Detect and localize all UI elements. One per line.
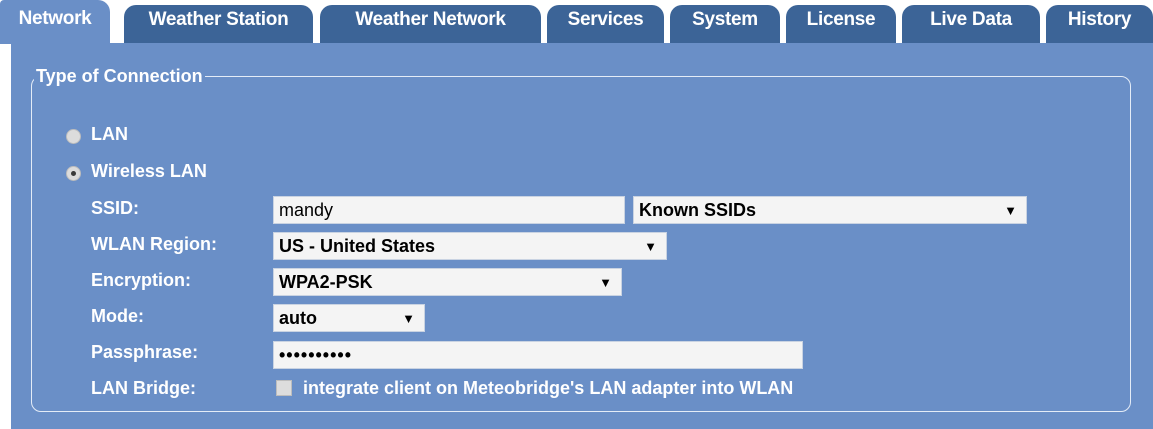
mode-select[interactable]: auto ▼ (273, 304, 425, 332)
tab-bar: Network Weather Station Weather Network … (0, 0, 1153, 44)
wireless-lan-label: Wireless LAN (91, 161, 207, 181)
passphrase-input[interactable]: •••••••••• (273, 341, 803, 369)
network-panel: Type of Connection LAN Wireless LAN SSID… (11, 43, 1153, 429)
ssid-input[interactable]: mandy (273, 196, 625, 224)
tab-history[interactable]: History (1046, 5, 1153, 43)
lan-bridge-checkbox-label: integrate client on Meteobridge's LAN ad… (303, 378, 794, 398)
ssid-label: SSID: (91, 198, 140, 218)
tab-license[interactable]: License (786, 5, 896, 43)
lan-bridge-label: LAN Bridge: (91, 378, 196, 398)
mode-label: Mode: (91, 306, 144, 326)
connection-type-group: Type of Connection LAN Wireless LAN SSID… (31, 66, 1131, 412)
wlan-region-select[interactable]: US - United States ▼ (273, 232, 667, 260)
connection-type-legend: Type of Connection (36, 66, 203, 86)
dropdown-arrow-icon: ▼ (644, 239, 657, 254)
tab-services[interactable]: Services (547, 5, 664, 43)
lan-radio[interactable] (66, 129, 81, 144)
lan-label: LAN (91, 124, 128, 144)
wlan-region-label: WLAN Region: (91, 234, 217, 254)
encryption-label: Encryption: (91, 270, 192, 290)
dropdown-arrow-icon: ▼ (1004, 203, 1017, 218)
known-ssids-select[interactable]: Known SSIDs ▼ (633, 196, 1027, 224)
lan-bridge-checkbox[interactable] (276, 380, 292, 396)
dropdown-arrow-icon: ▼ (402, 311, 415, 326)
tab-network[interactable]: Network (0, 0, 110, 44)
passphrase-label: Passphrase: (91, 342, 199, 362)
wireless-lan-radio[interactable] (66, 166, 81, 181)
tab-live-data[interactable]: Live Data (902, 5, 1040, 43)
dropdown-arrow-icon: ▼ (599, 275, 612, 290)
tab-weather-station[interactable]: Weather Station (124, 5, 313, 43)
tab-system[interactable]: System (670, 5, 780, 43)
tab-weather-network[interactable]: Weather Network (320, 5, 541, 43)
encryption-select[interactable]: WPA2-PSK ▼ (273, 268, 622, 296)
